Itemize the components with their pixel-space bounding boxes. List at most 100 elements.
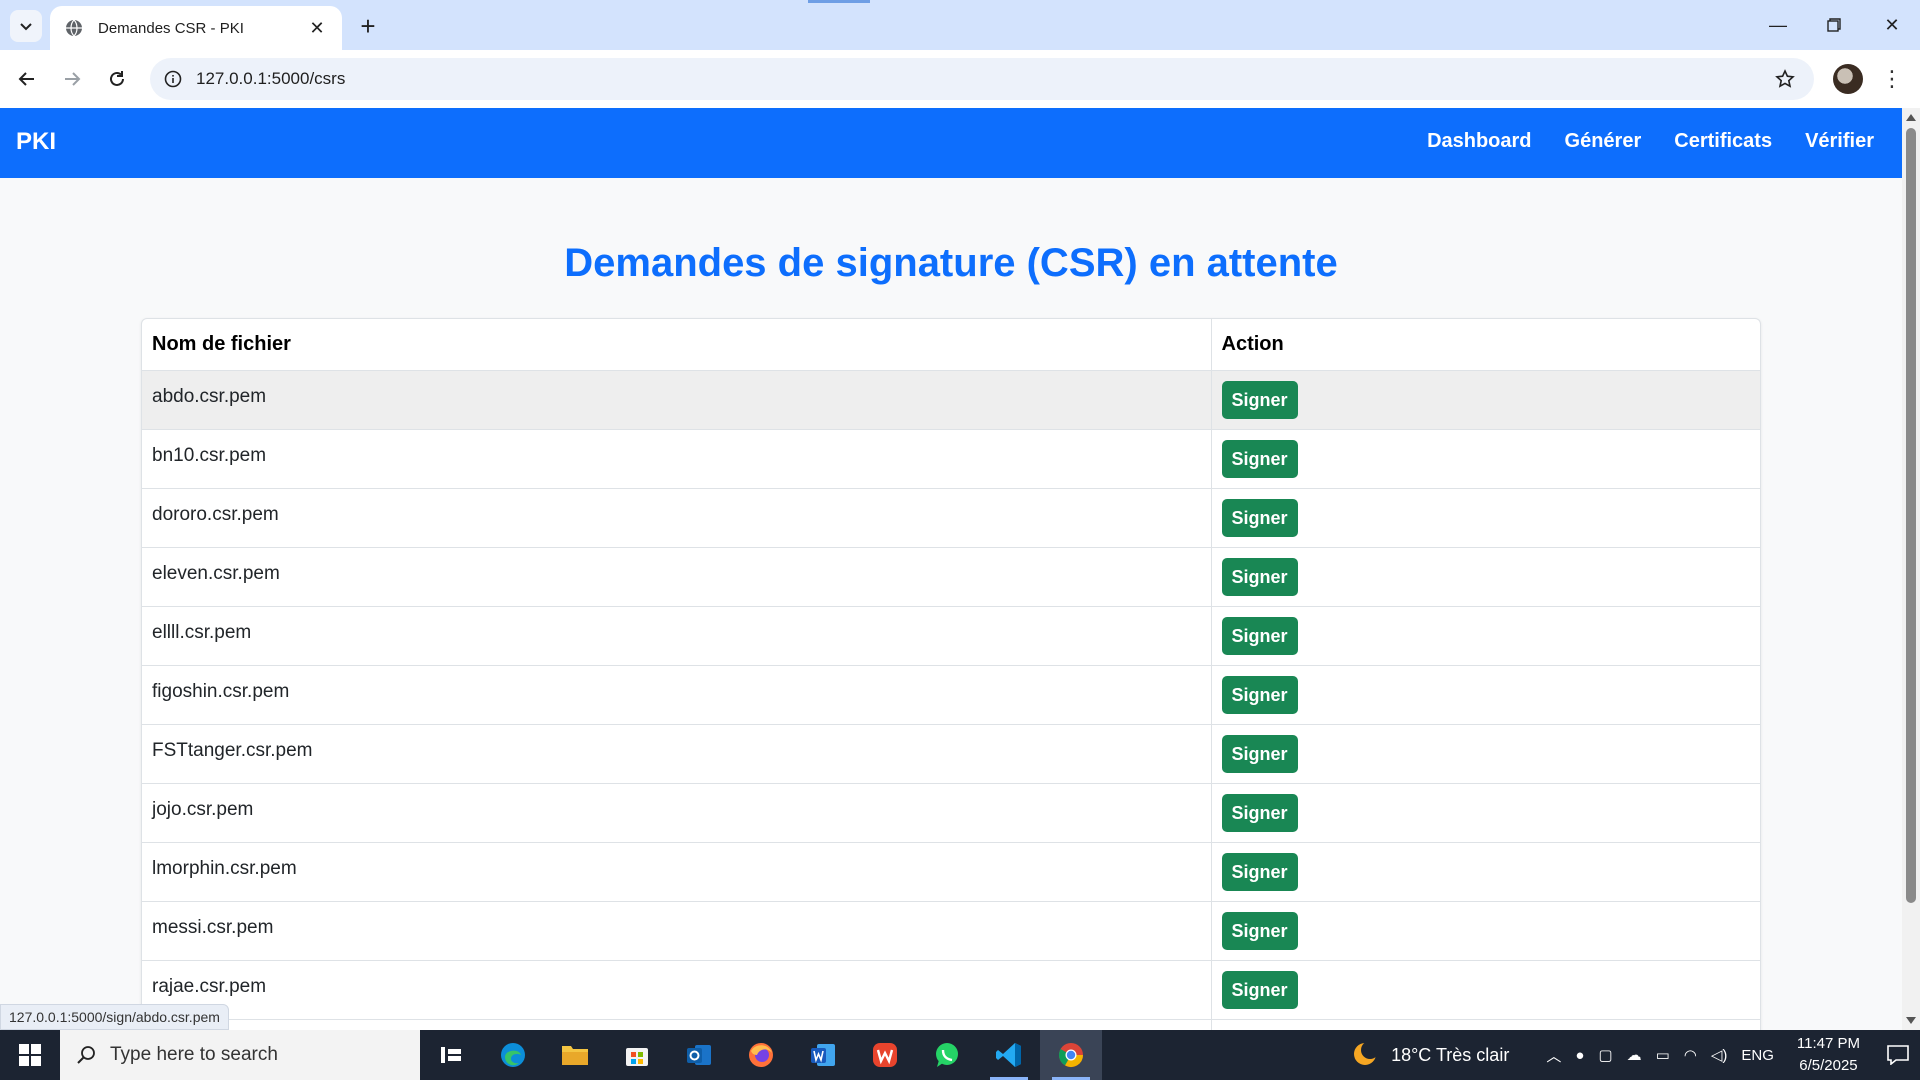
browser-tab[interactable]: Demandes CSR - PKI ✕ <box>50 6 342 50</box>
browser-toolbar: 127.0.0.1:5000/csrs ⋮ <box>0 50 1920 108</box>
vertical-scrollbar[interactable] <box>1902 108 1920 1030</box>
sign-button[interactable]: Signer <box>1221 734 1298 773</box>
site-info-icon[interactable] <box>162 68 184 90</box>
close-window-button[interactable]: ✕ <box>1864 0 1920 50</box>
table-header-row: Nom de fichier Action <box>142 319 1760 371</box>
arrow-right-icon <box>65 72 81 86</box>
csr-filename: eleven.csr.pem <box>142 546 1211 606</box>
sign-button[interactable]: Signer <box>1221 557 1298 596</box>
meet-now-icon[interactable]: ▢ <box>1598 1046 1612 1064</box>
scroll-down-arrow-icon[interactable] <box>1906 1017 1916 1024</box>
chevron-down-icon <box>20 23 32 31</box>
url-text[interactable]: 127.0.0.1:5000/csrs <box>196 69 1770 89</box>
file-explorer-icon[interactable] <box>544 1030 606 1080</box>
action-cell: Signer <box>1210 605 1760 665</box>
bookmark-star-icon[interactable] <box>1770 64 1800 94</box>
language-indicator[interactable]: ENG <box>1741 1047 1774 1064</box>
action-cell: Signer <box>1210 782 1760 842</box>
word-icon[interactable] <box>792 1030 854 1080</box>
sign-button[interactable]: Signer <box>1221 675 1298 714</box>
nav-links: Dashboard Générer Certificats Vérifier <box>1427 130 1874 153</box>
table-row: eleven.csr.pem Signer <box>142 546 1760 606</box>
csr-filename <box>142 1018 1211 1030</box>
wifi-icon[interactable]: ◠ <box>1684 1046 1697 1064</box>
search-placeholder: Type here to search <box>110 1044 278 1065</box>
csr-filename: FSTtanger.csr.pem <box>142 723 1211 783</box>
browser-tabstrip: Demandes CSR - PKI ✕ + — ✕ <box>0 0 1920 50</box>
nav-link-dashboard[interactable]: Dashboard <box>1427 130 1531 153</box>
table-row: bn10.csr.pem Signer <box>142 428 1760 488</box>
nav-link-certificats[interactable]: Certificats <box>1674 130 1772 153</box>
back-button[interactable] <box>10 62 44 96</box>
sign-button[interactable]: Signer <box>1221 498 1298 537</box>
system-tray: 18°C Très clair ︿ ● ▢ ☁ ▭ ◠ ◁) ENG 11:47… <box>1351 1030 1920 1080</box>
taskbar-search-box[interactable]: Type here to search <box>60 1030 420 1080</box>
brand-logo[interactable]: PKI <box>16 128 56 156</box>
csr-filename: figoshin.csr.pem <box>142 664 1211 724</box>
table-row: ellll.csr.pem Signer <box>142 605 1760 665</box>
scroll-up-arrow-icon[interactable] <box>1906 114 1916 121</box>
windows-taskbar: Type here to search 18°C Très clair ︿ ● <box>0 1030 1920 1080</box>
chevron-up-icon[interactable]: ︿ <box>1546 1045 1561 1066</box>
task-view-icon[interactable] <box>420 1030 482 1080</box>
battery-icon[interactable]: ▭ <box>1656 1046 1670 1064</box>
forward-button[interactable] <box>55 62 89 96</box>
close-tab-icon[interactable]: ✕ <box>306 17 328 39</box>
onedrive-cloud-icon[interactable]: ☁ <box>1627 1046 1642 1064</box>
sign-button[interactable]: Signer <box>1221 439 1298 478</box>
table-row: dororo.csr.pem Signer <box>142 487 1760 547</box>
firefox-icon[interactable] <box>730 1030 792 1080</box>
page-title: Demandes de signature (CSR) en attente <box>564 241 1338 285</box>
loading-indicator <box>808 0 870 3</box>
csr-filename: lmorphin.csr.pem <box>142 841 1211 901</box>
chrome-icon[interactable] <box>1040 1030 1102 1080</box>
whatsapp-icon[interactable] <box>916 1030 978 1080</box>
action-cell: Signer <box>1210 546 1760 606</box>
csr-filename: bn10.csr.pem <box>142 428 1211 488</box>
action-cell: Signer <box>1210 369 1760 429</box>
weather-moon-icon[interactable] <box>1351 1040 1381 1070</box>
clock-date: 6/5/2025 <box>1799 1057 1858 1074</box>
action-cell: Signer <box>1210 428 1760 488</box>
store-icon[interactable] <box>606 1030 668 1080</box>
volume-icon[interactable]: ◁) <box>1711 1046 1728 1064</box>
restore-button[interactable] <box>1806 0 1862 50</box>
outlook-icon[interactable] <box>668 1030 730 1080</box>
minimize-button[interactable]: — <box>1750 0 1806 50</box>
vscode-icon[interactable] <box>978 1030 1040 1080</box>
reload-button[interactable] <box>100 62 134 96</box>
sign-button[interactable]: Signer <box>1221 793 1298 832</box>
csr-filename: messi.csr.pem <box>142 900 1211 960</box>
weather-text[interactable]: 18°C Très clair <box>1391 1045 1509 1066</box>
sign-button[interactable]: Signer <box>1221 380 1298 419</box>
action-cell: Signer <box>1210 487 1760 547</box>
action-cell: Signer <box>1210 900 1760 960</box>
link-status-bubble: 127.0.0.1:5000/sign/abdo.csr.pem <box>0 1004 229 1030</box>
csr-filename: ellll.csr.pem <box>142 605 1211 665</box>
table-row <box>142 1018 1760 1030</box>
browser-menu-icon[interactable]: ⋮ <box>1880 64 1904 94</box>
address-bar[interactable]: 127.0.0.1:5000/csrs <box>150 58 1814 100</box>
edge-icon[interactable] <box>482 1030 544 1080</box>
profile-avatar[interactable] <box>1833 64 1863 94</box>
clock[interactable]: 11:47 PM 6/5/2025 <box>1797 1033 1860 1077</box>
table-row: lmorphin.csr.pem Signer <box>142 841 1760 901</box>
scrollbar-thumb[interactable] <box>1906 128 1916 903</box>
page-viewport: PKI Dashboard Générer Certificats Vérifi… <box>0 108 1920 1030</box>
notification-center-icon[interactable] <box>1876 1030 1920 1080</box>
csr-table: Nom de fichier Action abdo.csr.pem Signe… <box>142 319 1760 1030</box>
nav-link-generer[interactable]: Générer <box>1565 130 1642 153</box>
sign-button[interactable]: Signer <box>1221 970 1298 1009</box>
tab-search-button[interactable] <box>10 10 42 42</box>
action-cell: Signer <box>1210 841 1760 901</box>
sign-button[interactable]: Signer <box>1221 852 1298 891</box>
wps-office-icon[interactable] <box>854 1030 916 1080</box>
sign-button[interactable]: Signer <box>1221 616 1298 655</box>
top-navbar: PKI Dashboard Générer Certificats Vérifi… <box>0 108 1902 178</box>
tray-app-icon[interactable]: ● <box>1575 1047 1584 1064</box>
start-button[interactable] <box>0 1030 60 1080</box>
search-icon <box>77 1046 95 1064</box>
sign-button[interactable]: Signer <box>1221 911 1298 950</box>
new-tab-button[interactable]: + <box>352 10 384 42</box>
nav-link-verifier[interactable]: Vérifier <box>1805 130 1874 153</box>
